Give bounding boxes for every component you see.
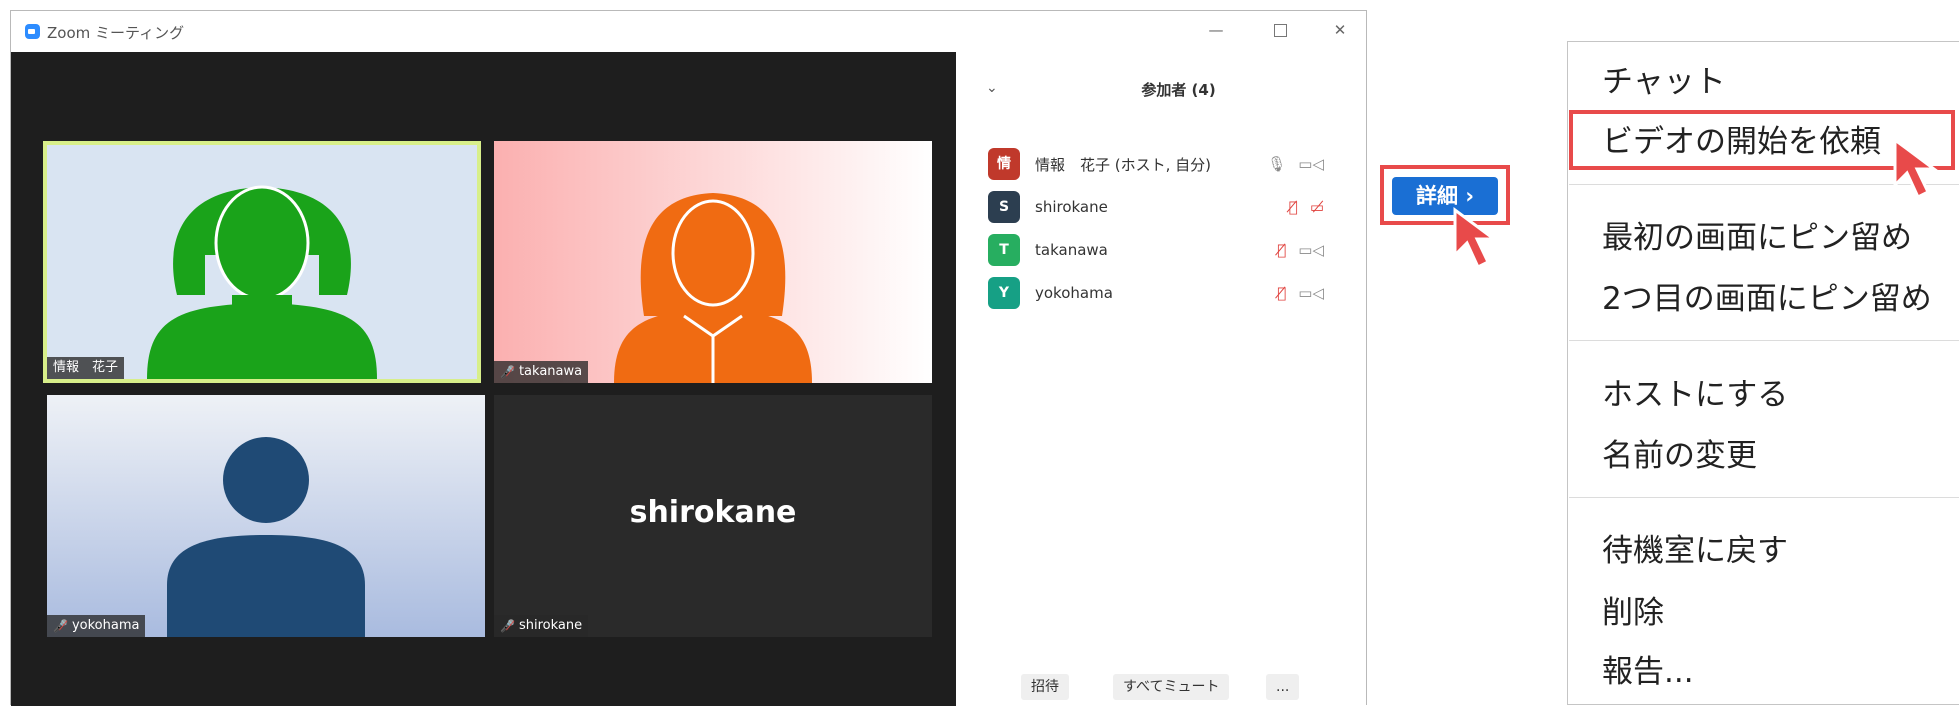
participant-row[interactable]: T takanawa 🎙̸ ▭◁ <box>988 233 1348 267</box>
minimize-button[interactable]: — <box>1201 17 1231 43</box>
zoom-window: Zoom ミーティング — ✕ 情報 花子 🎤̸ takanawa 🎤̸ yok… <box>10 10 1367 706</box>
video-camera-icon[interactable]: ▭◁ <box>1298 155 1324 173</box>
more-options-button[interactable]: ... <box>1266 674 1300 700</box>
invite-button[interactable]: 招待 <box>1021 674 1069 700</box>
tile-name: yokohama <box>71 618 140 633</box>
panel-title: 参加者 (4) <box>1141 81 1216 99</box>
title-bar: Zoom ミーティング — ✕ <box>11 11 1366 52</box>
participant-row[interactable]: Y yokohama 🎙̸ ▭◁ <box>988 276 1348 310</box>
mic-muted-icon: 🎤̸ <box>500 619 515 633</box>
tile-name: 情報 花子 <box>53 360 119 375</box>
female-avatar-icon <box>614 193 812 383</box>
tile-name: shirokane <box>518 618 583 633</box>
menu-item-pin-second-screen[interactable]: 2つ目の画面にピン留め <box>1602 273 1932 318</box>
menu-item-pin-first-screen[interactable]: 最初の画面にピン留め <box>1602 212 1912 257</box>
menu-item-rename[interactable]: 名前の変更 <box>1602 430 1757 475</box>
video-tile[interactable]: shirokane 🎤̸ shirokane <box>494 395 932 637</box>
menu-item-remove[interactable]: 削除 <box>1602 587 1664 632</box>
microphone-muted-icon[interactable]: 🎙̸ <box>1277 284 1286 302</box>
pointer-arrow-icon <box>1453 207 1499 270</box>
participant-row[interactable]: 情 情報 花子 (ホスト, 自分) 🎙 ▭◁ <box>988 147 1348 181</box>
video-tile[interactable]: 情報 花子 <box>43 141 481 383</box>
video-tile[interactable]: 🎤̸ yokohama <box>47 395 485 637</box>
avatar: S <box>988 191 1020 223</box>
participants-panel: ⌄ 参加者 (4) 情 情報 花子 (ホスト, 自分) 🎙 ▭◁ S shiro… <box>956 52 1366 706</box>
avatar: T <box>988 234 1020 266</box>
menu-item-make-host[interactable]: ホストにする <box>1602 369 1788 414</box>
participant-name-tag: 🎤̸ shirokane <box>494 615 589 637</box>
mute-all-button[interactable]: すべてミュート <box>1113 674 1230 700</box>
participant-name-tag: 情報 花子 <box>47 357 125 379</box>
maximize-icon <box>1273 24 1287 37</box>
menu-item-chat[interactable]: チャット <box>1602 56 1726 101</box>
video-gallery: 情報 花子 🎤̸ takanawa 🎤̸ yokohama shirokane … <box>11 52 956 706</box>
video-off-icon[interactable]: ▭̸ <box>1310 198 1324 216</box>
microphone-muted-icon[interactable]: 🎙̸ <box>1289 198 1298 216</box>
microphone-icon[interactable]: 🎙 <box>1267 155 1286 173</box>
female-avatar-icon <box>147 185 377 379</box>
microphone-muted-icon[interactable]: 🎙̸ <box>1277 241 1286 259</box>
window-title: Zoom ミーティング <box>47 24 185 42</box>
mic-muted-icon: 🎤̸ <box>500 365 515 379</box>
menu-item-put-in-waiting-room[interactable]: 待機室に戻す <box>1602 525 1788 570</box>
menu-divider <box>1569 497 1959 498</box>
zoom-app-icon <box>25 24 40 39</box>
participant-name-tag: 🎤̸ yokohama <box>47 615 146 637</box>
close-button[interactable]: ✕ <box>1325 17 1355 43</box>
participant-name-tag: 🎤̸ takanawa <box>494 361 589 383</box>
menu-item-ask-start-video[interactable]: ビデオの開始を依頼 <box>1602 116 1881 161</box>
video-camera-icon[interactable]: ▭◁ <box>1298 284 1324 302</box>
participant-row[interactable]: S shirokane 🎙̸ ▭̸ <box>988 190 1348 224</box>
mic-muted-icon: 🎤̸ <box>53 619 68 633</box>
tile-name: takanawa <box>518 364 583 379</box>
menu-item-report[interactable]: 報告... <box>1602 646 1694 691</box>
avatar: Y <box>988 277 1020 309</box>
person-avatar-icon <box>167 437 365 637</box>
avatar: 情 <box>988 148 1020 180</box>
video-off-name: shirokane <box>629 495 797 530</box>
video-tile[interactable]: 🎤̸ takanawa <box>494 141 932 383</box>
maximize-button[interactable] <box>1265 17 1295 43</box>
menu-divider <box>1569 340 1959 341</box>
pointer-arrow-icon <box>1893 137 1939 200</box>
video-camera-icon[interactable]: ▭◁ <box>1298 241 1324 259</box>
